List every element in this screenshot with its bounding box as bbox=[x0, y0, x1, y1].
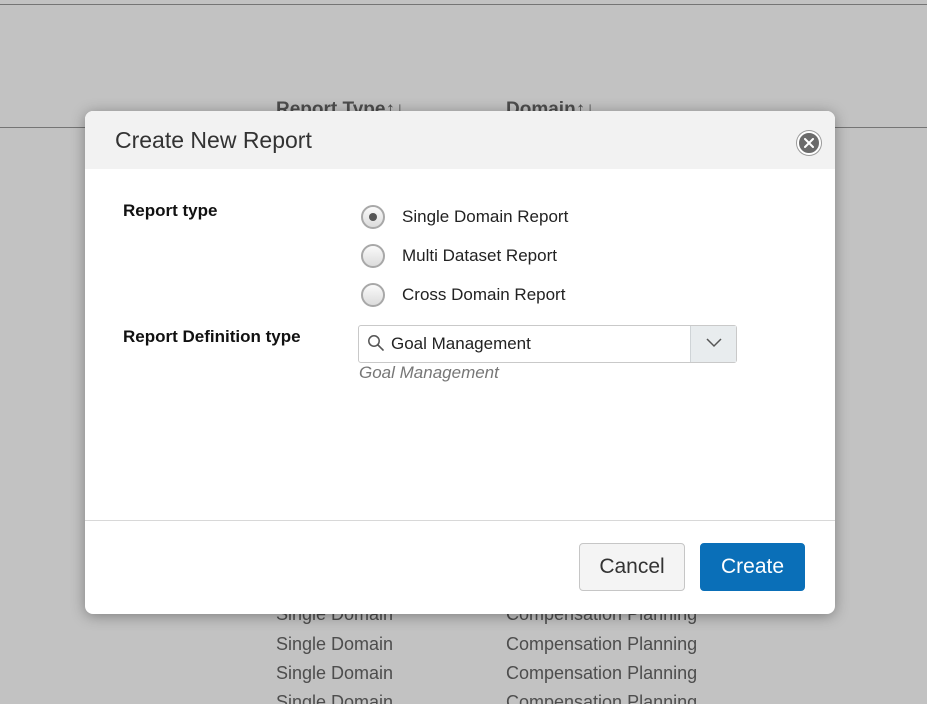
dialog-header: Create New Report bbox=[85, 111, 835, 169]
radio-single-domain[interactable]: Single Domain Report bbox=[361, 203, 568, 231]
radio-cross-domain[interactable]: Cross Domain Report bbox=[361, 281, 565, 309]
radio-multi-dataset[interactable]: Multi Dataset Report bbox=[361, 242, 557, 270]
create-button[interactable]: Create bbox=[700, 543, 805, 591]
report-type-label: Report type bbox=[123, 201, 218, 220]
footer-divider bbox=[85, 520, 835, 521]
dialog-title: Create New Report bbox=[115, 127, 312, 153]
close-icon bbox=[804, 138, 814, 148]
definition-type-label: Report Definition type bbox=[123, 327, 301, 346]
chevron-down-icon bbox=[706, 338, 722, 348]
radio-button[interactable] bbox=[361, 205, 385, 229]
radio-label: Cross Domain Report bbox=[402, 285, 566, 304]
radio-label: Single Domain Report bbox=[402, 207, 569, 226]
cancel-button[interactable]: Cancel bbox=[579, 543, 685, 591]
close-button[interactable] bbox=[797, 131, 821, 155]
search-icon bbox=[368, 335, 384, 351]
radio-button[interactable] bbox=[361, 244, 385, 268]
dropdown-toggle[interactable] bbox=[690, 326, 736, 362]
radio-button[interactable] bbox=[361, 283, 385, 307]
create-report-dialog: Create New Report Report type Single Dom… bbox=[85, 111, 835, 614]
definition-type-combobox[interactable] bbox=[358, 325, 737, 363]
definition-type-input[interactable] bbox=[391, 327, 689, 361]
definition-type-hint: Goal Management bbox=[359, 363, 499, 382]
radio-label: Multi Dataset Report bbox=[402, 246, 557, 265]
